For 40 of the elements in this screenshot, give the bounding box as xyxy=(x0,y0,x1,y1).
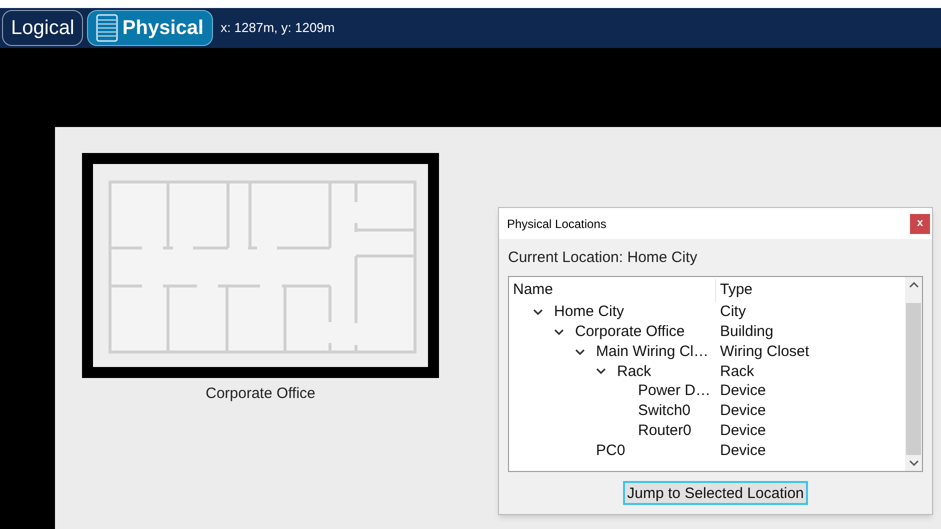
chevron-down-icon[interactable] xyxy=(596,368,606,376)
location-name: PC0 xyxy=(596,440,626,461)
jump-button[interactable]: Jump to Selected Location xyxy=(623,480,808,504)
column-header[interactable]: Name xyxy=(509,279,716,302)
building-label: Corporate Office xyxy=(206,384,316,404)
location-name: Rack xyxy=(617,362,652,382)
location-type: Building xyxy=(720,322,774,342)
location-type: City xyxy=(720,302,746,322)
tree-row[interactable]: Corporate Office Building xyxy=(509,322,905,342)
chevron-down-icon[interactable] xyxy=(533,308,543,316)
tree-row[interactable]: PC0 Device xyxy=(509,441,905,461)
location-name: Main Wiring Cl… xyxy=(596,342,709,362)
scrollbar-thumb[interactable] xyxy=(906,302,921,454)
chevron-down-icon[interactable] xyxy=(554,328,564,336)
tree-row[interactable]: Rack Rack xyxy=(509,362,905,382)
chevron-down-icon[interactable] xyxy=(575,348,585,356)
tree-row[interactable]: Router0 Device xyxy=(509,421,905,442)
location-name: Switch0 xyxy=(638,401,691,422)
rack-icon xyxy=(96,14,118,42)
close-button[interactable]: x xyxy=(910,214,930,234)
location-type: Device xyxy=(720,401,766,422)
location-type: Rack xyxy=(720,362,754,382)
column-header[interactable]: Type xyxy=(716,279,753,302)
tree-row[interactable]: Home City City xyxy=(509,302,905,322)
location-name: Corporate Office xyxy=(575,322,685,342)
view-tab[interactable]: Logical xyxy=(2,10,84,46)
location-type: Device xyxy=(720,440,766,461)
view-tab[interactable]: Physical xyxy=(87,10,213,46)
tree-row[interactable]: Switch0 Device xyxy=(509,401,905,422)
location-name: Home City xyxy=(554,302,624,322)
location-type: Device xyxy=(720,381,766,402)
location-type: Wiring Closet xyxy=(720,342,810,362)
dialog-title: Physical Locations xyxy=(507,216,606,232)
current-location-text: Current Location: Home City xyxy=(508,248,698,268)
tree-row[interactable]: Power D… Device xyxy=(509,382,905,402)
coordinates-text: x: 1287m, y: 1209m xyxy=(220,19,335,38)
location-name: Router0 xyxy=(638,420,692,441)
location-type: Device xyxy=(720,420,766,441)
location-name: Power D… xyxy=(638,381,711,402)
tree-row[interactable]: Main Wiring Cl… Wiring Closet xyxy=(509,342,905,362)
